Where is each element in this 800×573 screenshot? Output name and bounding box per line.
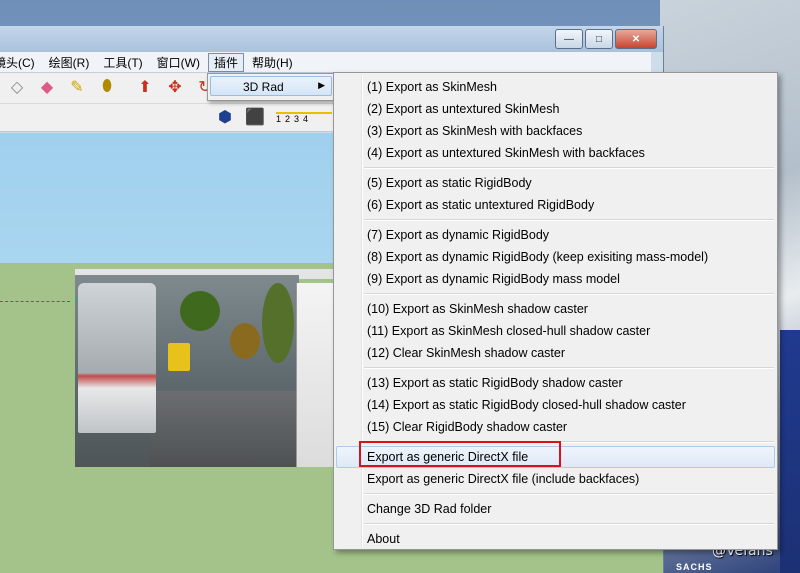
wallpaper-brand-text: SACHS xyxy=(676,562,713,572)
menu-item-label: 3D Rad xyxy=(243,80,284,94)
box-side-face xyxy=(296,283,337,467)
menu-item-export[interactable]: (7) Export as dynamic RigidBody xyxy=(336,224,775,246)
scale-label: 2 xyxy=(285,114,291,124)
menu-window[interactable]: 窗口(W) xyxy=(151,53,206,72)
menu-item-export[interactable]: (6) Export as static untextured RigidBod… xyxy=(336,194,775,216)
menu-item-export[interactable]: (3) Export as SkinMesh with backfaces xyxy=(336,120,775,142)
close-button[interactable]: ✕ xyxy=(615,29,657,49)
menu-bar: 镜头(C) 绘图(R) 工具(T) 窗口(W) 插件 帮助(H) xyxy=(0,52,651,73)
menu-separator xyxy=(364,219,774,221)
menu-item-export[interactable]: About xyxy=(336,528,775,550)
menu-item-export[interactable]: (2) Export as untextured SkinMesh xyxy=(336,98,775,120)
menu-item-export[interactable]: Change 3D Rad folder xyxy=(336,498,775,520)
menu-item-export[interactable]: Export as generic DirectX file (include … xyxy=(336,468,775,490)
3d-rad-submenu: (1) Export as SkinMesh (2) Export as unte… xyxy=(333,72,778,550)
menu-item-export[interactable]: (1) Export as SkinMesh xyxy=(336,76,775,98)
texture-tree xyxy=(262,283,294,363)
menu-separator xyxy=(364,293,774,295)
eraser-icon[interactable]: ◇ xyxy=(6,76,28,98)
texture-road xyxy=(150,391,300,467)
menu-separator xyxy=(364,367,774,369)
desktop-wallpaper-stripe xyxy=(780,330,800,573)
menu-item-3d-rad[interactable]: 3D Rad ▶ xyxy=(210,76,332,96)
component-icon[interactable]: ⬛ xyxy=(244,106,266,128)
menu-item-export[interactable]: (11) Export as SkinMesh closed-hull shad… xyxy=(336,320,775,342)
maximize-button[interactable]: □ xyxy=(585,29,613,49)
move-icon[interactable]: ✥ xyxy=(164,76,186,98)
scale-label: 4 xyxy=(303,114,309,124)
push-pull-icon[interactable]: ⬆ xyxy=(134,76,156,98)
chevron-right-icon: ▶ xyxy=(318,80,325,90)
texture-tree xyxy=(180,291,220,331)
menu-item-export[interactable]: (14) Export as static RigidBody closed-h… xyxy=(336,394,775,416)
scale-label: 3 xyxy=(294,114,300,124)
window-controls: — □ ✕ xyxy=(553,29,657,49)
menu-draw[interactable]: 绘图(R) xyxy=(43,53,96,72)
scale-label: 1 xyxy=(276,114,282,124)
menu-item-export[interactable]: (13) Export as static RigidBody shadow c… xyxy=(336,372,775,394)
menu-tools[interactable]: 工具(T) xyxy=(97,53,148,72)
component-info-icon[interactable]: ⬢ xyxy=(214,106,236,128)
menu-separator xyxy=(364,167,774,169)
texture-yellow-bus xyxy=(168,343,190,371)
menu-item-export[interactable]: (5) Export as static RigidBody xyxy=(336,172,775,194)
menu-camera[interactable]: 镜头(C) xyxy=(0,53,41,72)
menu-item-export[interactable]: (15) Clear RigidBody shadow caster xyxy=(336,416,775,438)
menu-item-export[interactable]: (12) Clear SkinMesh shadow caster xyxy=(336,342,775,364)
menu-item-export[interactable]: (10) Export as SkinMesh shadow caster xyxy=(336,298,775,320)
tape-measure-icon[interactable]: ✎ xyxy=(66,76,88,98)
plugins-menu: 3D Rad ▶ xyxy=(207,73,335,101)
red-annotation-box xyxy=(359,441,561,467)
menu-help[interactable]: 帮助(H) xyxy=(246,53,299,72)
menu-separator xyxy=(364,493,774,495)
minimize-button[interactable]: — xyxy=(555,29,583,49)
menu-item-export[interactable]: (8) Export as dynamic RigidBody (keep ex… xyxy=(336,246,775,268)
menu-plugins[interactable]: 插件 xyxy=(208,52,245,72)
texture-tree xyxy=(230,323,260,359)
title-bar: — □ ✕ xyxy=(0,26,663,52)
menu-item-export[interactable]: (4) Export as untextured SkinMesh with b… xyxy=(336,142,775,164)
scale-bar: 1234 xyxy=(276,112,332,130)
red-axis-line xyxy=(0,301,70,302)
paint-bucket-icon[interactable]: ⬮ xyxy=(96,76,118,98)
menu-separator xyxy=(364,523,774,525)
menu-item-export[interactable]: (9) Export as dynamic RigidBody mass mod… xyxy=(336,268,775,290)
texture-bus xyxy=(78,283,156,433)
eraser-pink-icon[interactable]: ◆ xyxy=(36,76,58,98)
